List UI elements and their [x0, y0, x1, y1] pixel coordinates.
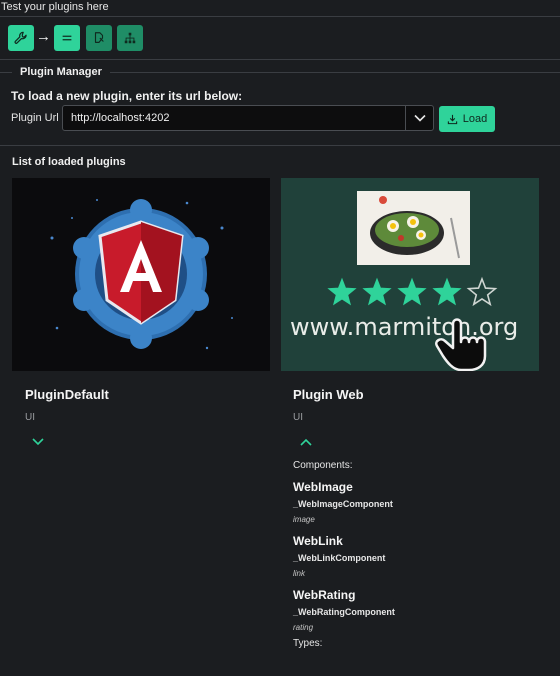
component-tag: link — [293, 569, 306, 578]
equals-button[interactable] — [54, 25, 80, 51]
star-filled-icon — [432, 277, 462, 306]
plugin-type: UI — [25, 412, 35, 423]
sitemap-button[interactable] — [117, 25, 143, 51]
plugin-name: Plugin Web — [293, 387, 364, 402]
download-icon — [447, 114, 457, 124]
plugin-url-input[interactable] — [63, 106, 403, 130]
arrow-right-icon: → — [36, 28, 51, 45]
wrench-button[interactable] — [8, 25, 34, 51]
types-heading: Types: — [293, 638, 323, 649]
plugin-manager-legend: Plugin Manager — [12, 66, 110, 78]
component-class: _WebImageComponent — [293, 499, 393, 509]
plugin-manager-panel: Plugin Manager To load a new plugin, ent… — [0, 66, 560, 146]
star-filled-icon — [397, 277, 427, 306]
star-filled-icon — [327, 277, 357, 306]
rating-stars — [327, 276, 498, 307]
star-filled-icon — [362, 277, 392, 306]
star-empty-icon — [466, 276, 498, 307]
component-class: _WebRatingComponent — [293, 607, 395, 617]
sitemap-icon — [124, 32, 136, 44]
component-name: WebImage — [293, 480, 353, 494]
url-dropdown-button[interactable] — [406, 106, 434, 130]
component-tag: image — [293, 515, 315, 524]
loaded-plugins-title: List of loaded plugins — [12, 156, 126, 168]
plugin-toolbar: → — [0, 16, 560, 60]
component-name: WebLink — [293, 534, 343, 548]
load-instruction: To load a new plugin, enter its url belo… — [11, 89, 243, 103]
page-title: Test your plugins here — [1, 1, 109, 13]
plug-button[interactable] — [86, 25, 112, 51]
chevron-up-icon[interactable] — [299, 436, 313, 448]
marmiton-url-text: www.marmiton.org — [290, 313, 518, 341]
components-heading: Components: — [293, 460, 353, 471]
equals-icon — [62, 35, 72, 41]
plug-icon — [94, 32, 104, 43]
load-button-label: Load — [462, 113, 488, 125]
salad-photo — [357, 191, 470, 265]
plugin-url-combobox[interactable] — [62, 105, 434, 131]
plugin-default-image — [12, 178, 270, 371]
component-tag: rating — [293, 623, 314, 632]
plugin-web-image: www.marmiton.org — [281, 178, 539, 371]
chevron-down-icon — [414, 114, 426, 122]
component-name: WebRating — [293, 588, 356, 602]
plugin-type: UI — [293, 412, 303, 423]
chevron-down-icon[interactable] — [31, 436, 45, 448]
component-class: _WebLinkComponent — [293, 553, 386, 563]
plugin-name: PluginDefault — [25, 387, 109, 402]
load-button[interactable]: Load — [439, 106, 495, 132]
plugin-url-label: Plugin Url — [11, 112, 59, 124]
wrench-icon — [14, 31, 27, 44]
